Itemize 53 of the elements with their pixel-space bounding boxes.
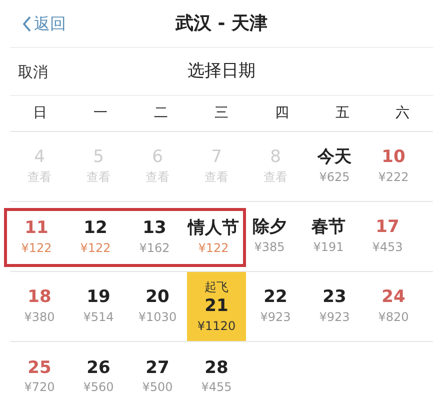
price-label: ¥500: [142, 379, 173, 396]
weekday-label: 一: [92, 104, 109, 123]
price-label: ¥455: [201, 379, 232, 396]
takeoff-label: 起飞: [204, 279, 228, 296]
weekday-label: 六: [394, 104, 411, 123]
day-label: 25: [28, 358, 52, 378]
day-label: 28: [204, 358, 228, 378]
day-label: 27: [146, 358, 170, 378]
weekday-label: 二: [153, 104, 170, 123]
day-label: 12: [84, 218, 108, 239]
day-label: 今天: [318, 147, 352, 168]
price-label: ¥1030: [138, 308, 177, 326]
weekday-label: 三: [213, 104, 230, 123]
day-label: 除夕: [252, 217, 286, 238]
back-chevron-icon: [22, 15, 32, 33]
day-label: 22: [264, 287, 288, 308]
price-label: ¥560: [83, 379, 114, 396]
day-label: 20: [146, 287, 170, 308]
day-label: 24: [382, 287, 406, 308]
day-label: 13: [142, 218, 166, 239]
day-label: 18: [28, 287, 52, 308]
weekday-label: 日: [32, 104, 48, 123]
price-label: ¥122: [198, 240, 229, 257]
cancel-button[interactable]: 取消: [18, 61, 48, 84]
weekday-label: 五: [334, 104, 350, 123]
picker-title: 选择日期: [188, 60, 256, 83]
day-label: 春节: [312, 217, 346, 238]
route-title: 武汉 - 天津: [175, 12, 268, 36]
price-label: ¥514: [83, 308, 114, 326]
day-label: 21: [204, 296, 228, 317]
price-label: ¥453: [372, 238, 403, 256]
day-label: 情人节: [188, 218, 239, 239]
price-label: ¥625: [319, 168, 350, 186]
price-label: ¥380: [24, 308, 55, 326]
selected-day-cell[interactable]: 起飞 21 ¥1120: [187, 272, 246, 341]
day-label: 19: [86, 287, 110, 308]
price-label: ¥923: [319, 308, 350, 326]
day-label: 23: [322, 287, 346, 308]
day-label: 17: [376, 217, 400, 238]
price-label: ¥222: [378, 168, 409, 186]
price-label: ¥1120: [197, 318, 236, 335]
price-label: ¥385: [254, 238, 285, 256]
day-label: 11: [24, 218, 48, 239]
weekday-label: 四: [274, 104, 290, 123]
price-label: ¥191: [313, 238, 344, 256]
price-label: ¥122: [80, 240, 111, 257]
price-label: ¥162: [139, 240, 170, 257]
price-label: ¥720: [24, 379, 55, 396]
price-label: ¥820: [378, 308, 409, 326]
price-label: ¥923: [260, 308, 291, 326]
day-label: 26: [86, 358, 110, 378]
day-label: 10: [382, 147, 406, 168]
price-label: ¥122: [21, 240, 52, 257]
